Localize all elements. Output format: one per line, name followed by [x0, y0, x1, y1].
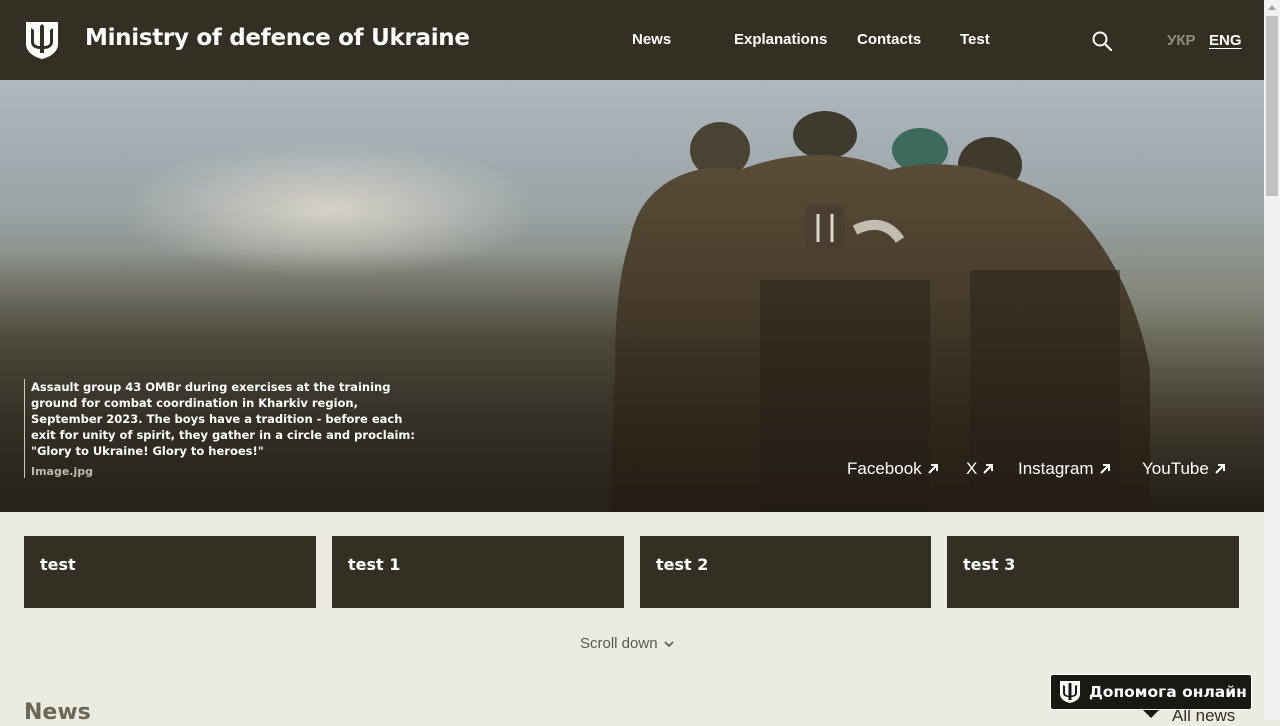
social-youtube-label: YouTube	[1142, 459, 1209, 478]
site-header: Ministry of defence of Ukraine News Expl…	[0, 0, 1264, 80]
lang-ukr[interactable]: УКР	[1167, 32, 1196, 49]
chevron-down-icon	[663, 640, 674, 647]
search-icon[interactable]	[1091, 30, 1113, 52]
quick-card-label: test 3	[963, 555, 1016, 574]
site-title[interactable]: Ministry of defence of Ukraine	[85, 25, 470, 51]
hero-caption: Assault group 43 OMBr during exercises a…	[24, 379, 427, 478]
social-x-link[interactable]: X	[966, 459, 995, 479]
quick-card-label: test	[40, 555, 76, 574]
help-bubble-tail	[1142, 709, 1160, 718]
arrow-up-right-icon	[1215, 464, 1225, 474]
social-x-label: X	[966, 459, 978, 478]
quick-card-label: test 1	[348, 555, 401, 574]
scrollbar-thumb[interactable]	[1266, 16, 1278, 196]
nav-test[interactable]: Test	[960, 31, 990, 48]
scroll-down-label: Scroll down	[580, 635, 658, 652]
hero-caption-text: Assault group 43 OMBr during exercises a…	[31, 380, 416, 458]
social-instagram-link[interactable]: Instagram	[1018, 459, 1112, 479]
hero-banner: Assault group 43 OMBr during exercises a…	[0, 80, 1264, 512]
quick-card[interactable]: test	[24, 536, 316, 608]
scroll-down-button[interactable]: Scroll down	[580, 635, 674, 652]
nav-contacts[interactable]: Contacts	[857, 31, 921, 48]
scroll-up-arrow-icon[interactable]	[1268, 5, 1276, 10]
social-facebook-link[interactable]: Facebook	[847, 459, 940, 479]
hero-caption-source: Image.jpg	[31, 465, 94, 478]
nav-news[interactable]: News	[632, 31, 671, 48]
quick-card-label: test 2	[656, 555, 709, 574]
help-online-label: Допомога онлайн	[1089, 683, 1247, 701]
news-heading: News	[24, 700, 91, 725]
social-facebook-label: Facebook	[847, 459, 922, 478]
arrow-up-right-icon	[1099, 464, 1110, 474]
social-instagram-label: Instagram	[1018, 459, 1094, 478]
social-youtube-link[interactable]: YouTube	[1142, 459, 1227, 479]
help-online-button[interactable]: Допомога онлайн	[1050, 674, 1252, 710]
arrow-up-right-icon	[927, 464, 938, 474]
trident-shield-icon[interactable]	[24, 20, 60, 60]
nav-explanations[interactable]: Explanations	[734, 31, 827, 48]
arrow-up-right-icon	[983, 464, 994, 474]
quick-card[interactable]: test 2	[640, 536, 931, 608]
trident-shield-icon	[1060, 681, 1080, 703]
quick-card[interactable]: test 1	[332, 536, 624, 608]
quick-card[interactable]: test 3	[947, 536, 1239, 608]
lang-eng[interactable]: ENG	[1209, 32, 1242, 49]
